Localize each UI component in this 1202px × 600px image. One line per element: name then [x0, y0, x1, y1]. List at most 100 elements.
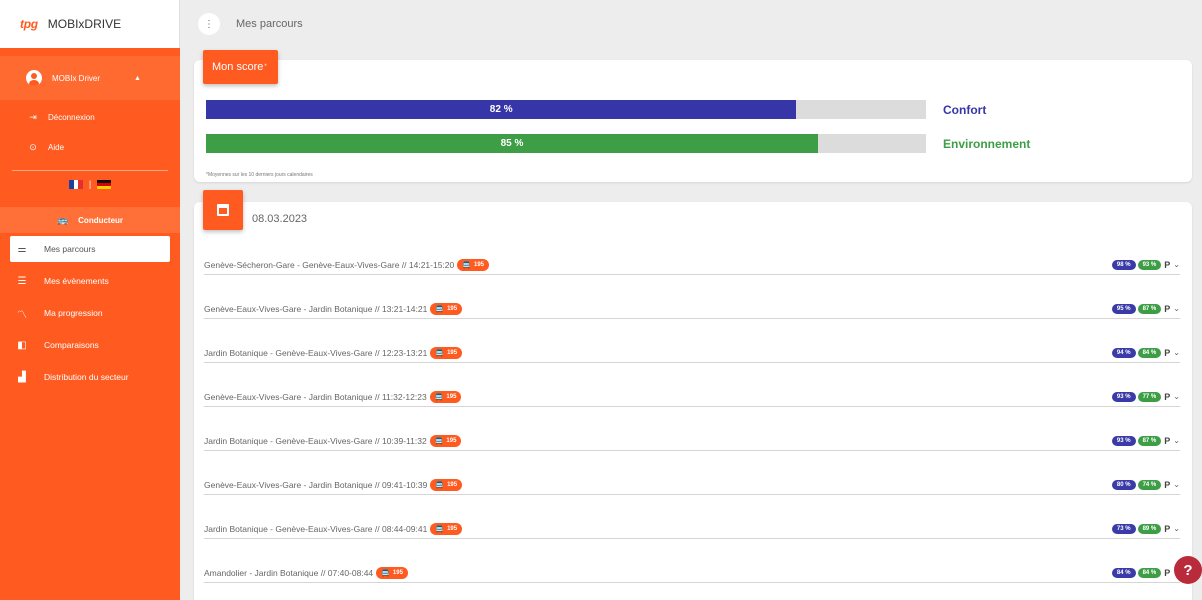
sidebar-item-label: Ma progression [44, 308, 103, 318]
user-menu[interactable]: MOBIx Driver ▲ [0, 56, 180, 100]
parking-indicator: P [1164, 391, 1171, 402]
environnement-score-pill: 93 % [1137, 259, 1162, 270]
chevron-down-icon[interactable]: ⌄ [1173, 348, 1180, 357]
trip-row[interactable]: Genève-Eaux-Vives-Gare - Jardin Botaniqu… [204, 387, 1180, 407]
environnement-score-pill: 89 % [1137, 523, 1162, 534]
help-circle-icon: ⊙ [29, 141, 37, 152]
app-name: MOBIxDRIVE [47, 17, 122, 31]
caret-up-icon: ▲ [134, 74, 141, 82]
trip-row[interactable]: Genève-Eaux-Vives-Gare - Jardin Botaniqu… [204, 299, 1180, 319]
topbar: ⋮ Mes parcours [180, 0, 1202, 48]
help-link[interactable]: ⊙ Aide [0, 132, 180, 162]
trip-row[interactable]: Genève-Sécheron-Gare - Genève-Eaux-Vives… [204, 255, 1180, 275]
line-badge: 🚍 195 [430, 302, 463, 315]
sidebar-item-distribution[interactable]: ▟ Distribution du secteur [0, 361, 180, 393]
bus-icon: 🚍 [434, 437, 444, 445]
line-number: 195 [447, 349, 458, 356]
sidebar-item-label: Mes parcours [44, 244, 96, 254]
calendar-button[interactable] [203, 190, 243, 230]
flag-fr-icon[interactable] [68, 179, 83, 189]
bus-icon: 🚍 [435, 525, 445, 533]
bus-icon: 🚍 [435, 481, 445, 489]
logout-link[interactable]: ⇥ Déconnexion [0, 102, 180, 132]
confort-score-pill: 98 % [1111, 259, 1136, 270]
line-number: 195 [447, 525, 458, 532]
environnement-score-pill: 87 % [1137, 435, 1162, 446]
section-label: Conducteur [78, 215, 124, 225]
trip-description: Genève-Sécheron-Gare - Genève-Eaux-Vives… [204, 259, 455, 270]
trip-scores: 84 %84 %P⌄ [1111, 567, 1180, 578]
confort-bar-fill: 82 % [206, 100, 797, 119]
line-badge: 🚍 195 [457, 258, 489, 271]
bus-icon: 🚍 [381, 569, 390, 577]
line-number: 195 [446, 437, 457, 444]
user-avatar-icon [26, 70, 42, 86]
logout-label: Déconnexion [48, 112, 95, 122]
parking-indicator: P [1164, 523, 1171, 534]
sidebar-item-ma-progression[interactable]: 〽 Ma progression [0, 297, 180, 329]
list-icon: ☰ [17, 275, 27, 287]
environnement-label: Environnement [943, 137, 1031, 151]
parking-indicator: P [1164, 567, 1171, 578]
section-conducteur: 🚌 Conducteur [0, 207, 180, 233]
bar-chart-icon: ▟ [18, 371, 26, 383]
logout-icon: ⇥ [29, 111, 37, 122]
line-badge: 🚍 195 [429, 434, 462, 447]
chevron-down-icon[interactable]: ⌄ [1173, 524, 1180, 533]
environnement-bar-fill: 85 % [206, 134, 818, 153]
help-button[interactable]: ? [1174, 556, 1202, 584]
language-switcher: | [0, 173, 180, 195]
more-vert-icon[interactable]: ⋮ [198, 13, 220, 35]
trip-scores: 80 % 74 % P ⌄ [1111, 479, 1180, 490]
trip-row[interactable]: Jardin Botanique - Genève-Eaux-Vives-Gar… [204, 519, 1180, 539]
line-number: 195 [447, 305, 458, 312]
sidebar-item-label: Comparaisons [44, 340, 99, 350]
sidebar-item-label: Distribution du secteur [44, 372, 129, 382]
sidebar: tpg MOBIxDRIVE MOBIx Driver ▲ ⇥ Déconnex… [0, 0, 180, 600]
confort-score-pill: 95 % [1111, 303, 1136, 314]
parking-indicator: P [1164, 259, 1171, 270]
chevron-down-icon[interactable]: ⌄ [1173, 260, 1180, 269]
tpg-logo: tpg [20, 17, 38, 31]
trip-scores: 95 % 87 % P ⌄ [1111, 303, 1180, 314]
sidebar-item-comparaisons[interactable]: ◧ Comparaisons [0, 329, 180, 361]
bus-icon: 🚍 [435, 305, 445, 313]
trip-row[interactable]: Amandolier - Jardin Botanique // 07:40-0… [204, 563, 1180, 583]
sidebar-item-label: Mes évènements [44, 276, 109, 286]
chevron-down-icon[interactable]: ⌄ [1173, 436, 1180, 445]
chevron-down-icon[interactable]: ⌄ [1173, 392, 1180, 401]
confort-score-pill: 94 % [1111, 347, 1136, 358]
logo-bar[interactable]: tpg MOBIxDRIVE [0, 0, 180, 48]
page-title: Mes parcours [236, 18, 303, 30]
sidebar-item-mes-evenements[interactable]: ☰ Mes évènements [0, 265, 180, 297]
environnement-score-pill: 87 % [1137, 303, 1162, 314]
flag-de-icon[interactable] [97, 179, 112, 189]
confort-score-pill: 73 % [1111, 523, 1136, 534]
trip-description: Jardin Botanique - Genève-Eaux-Vives-Gar… [204, 523, 428, 534]
parking-indicator: P [1164, 435, 1171, 446]
compare-icon: ◧ [17, 339, 27, 351]
chevron-down-icon[interactable]: ⌄ [1173, 480, 1180, 489]
line-number: 195 [473, 261, 484, 268]
environnement-bar-track: 85 % [206, 134, 926, 153]
trend-icon: 〽 [17, 309, 27, 321]
user-name: MOBIx Driver [52, 73, 100, 83]
line-badge: 🚍 195 [429, 390, 462, 403]
line-badge: 🚍 195 [430, 346, 463, 359]
trip-row[interactable]: Jardin Botanique - Genève-Eaux-Vives-Gar… [204, 343, 1180, 363]
bus-icon: 🚍 [434, 393, 444, 401]
score-tag-mark: * [264, 64, 267, 70]
line-badge: 🚍 195 [376, 566, 408, 579]
bus-icon: 🚍 [462, 261, 471, 269]
bus-icon: 🚍 [435, 349, 445, 357]
trip-row[interactable]: Genève-Eaux-Vives-Gare - Jardin Botaniqu… [204, 475, 1180, 495]
environnement-score-pill: 77 % [1137, 391, 1162, 402]
sidebar-divider [12, 170, 168, 171]
chevron-down-icon[interactable]: ⌄ [1173, 304, 1180, 313]
parking-indicator: P [1164, 479, 1171, 490]
trip-row[interactable]: Jardin Botanique - Genève-Eaux-Vives-Gar… [204, 431, 1180, 451]
trip-scores: 93 % 87 % P ⌄ [1111, 435, 1180, 446]
confort-bar-track: 82 % [206, 100, 926, 119]
sidebar-item-mes-parcours[interactable]: ⚌ Mes parcours [10, 236, 170, 262]
trips-date: 08.03.2023 [252, 213, 308, 225]
